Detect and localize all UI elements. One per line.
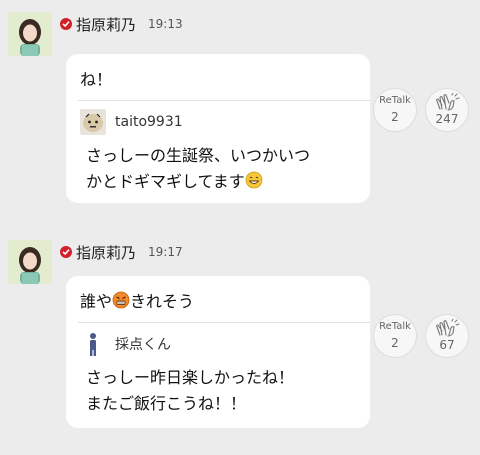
clap-count: 247 — [435, 112, 459, 126]
quoted-text: さっしー昨日楽しかったね！ またご飯行こうね！！ — [86, 365, 294, 417]
quoted-author-row[interactable]: taito9931 — [80, 109, 183, 135]
post-time: 19:13 — [148, 17, 183, 31]
clap-icon — [436, 93, 460, 111]
retalk-button[interactable]: ReTalk 2 — [373, 88, 417, 132]
retalk-label: ReTalk — [379, 95, 411, 106]
quoted-text-line: さっしーの生誕祭、いつかいつ — [86, 146, 311, 165]
message-bubble[interactable]: ね！ taito9931 さっしーの生誕祭、いつかいつ かとドギマギしてます — [66, 54, 370, 203]
quoted-author-avatar — [80, 109, 106, 135]
message-text-before: 誰や — [80, 292, 113, 311]
message-text-after: きれそう — [130, 292, 195, 311]
post: 指原莉乃 19:17 誰や きれそう 採点くん さっしー昨日楽しかったね！ またご… — [0, 228, 480, 455]
retalk-count: 2 — [391, 110, 399, 124]
verified-check-icon — [60, 18, 72, 30]
quoted-text-line-2: かとドギマギしてます — [86, 169, 310, 197]
author-avatar[interactable] — [8, 240, 52, 284]
divider — [78, 100, 370, 101]
clap-button[interactable]: 67 — [425, 314, 469, 358]
angry-emoji-icon — [112, 291, 130, 313]
retalk-label: ReTalk — [379, 321, 411, 332]
quoted-text: さっしーの生誕祭、いつかいつ かとドギマギしてます — [86, 143, 310, 197]
message-text: 誰や きれそう — [80, 288, 194, 313]
quoted-text-line-2-text: かとドギマギしてます — [86, 172, 245, 191]
quoted-author-avatar — [80, 331, 106, 357]
message-text: ね！ — [80, 70, 113, 89]
clap-count: 67 — [439, 338, 455, 352]
post-time: 19:17 — [148, 245, 183, 259]
divider — [78, 322, 370, 323]
quoted-author-name: 採点くん — [115, 337, 171, 353]
retalk-button[interactable]: ReTalk 2 — [373, 314, 417, 358]
quoted-text-line: さっしー昨日楽しかったね！ — [86, 368, 295, 387]
author-row: 指原莉乃 19:17 — [60, 241, 183, 263]
post: 指原莉乃 19:13 ね！ taito9931 さっしーの生誕祭、いつかいつ か… — [0, 0, 480, 215]
quoted-text-line-2: またご飯行こうね！！ — [86, 394, 247, 413]
verified-check-icon — [60, 246, 72, 258]
author-avatar[interactable] — [8, 12, 52, 56]
author-name[interactable]: 指原莉乃 — [76, 242, 136, 263]
message-bubble[interactable]: 誰や きれそう 採点くん さっしー昨日楽しかったね！ またご飯行こうね！！ — [66, 276, 370, 428]
quoted-author-name: taito9931 — [115, 114, 183, 130]
quoted-author-row[interactable]: 採点くん — [80, 331, 171, 357]
clap-icon — [436, 319, 460, 337]
author-row: 指原莉乃 19:13 — [60, 13, 183, 35]
author-name[interactable]: 指原莉乃 — [76, 14, 136, 35]
grinning-emoji-icon — [245, 171, 263, 197]
clap-button[interactable]: 247 — [425, 88, 469, 132]
retalk-count: 2 — [391, 336, 399, 350]
